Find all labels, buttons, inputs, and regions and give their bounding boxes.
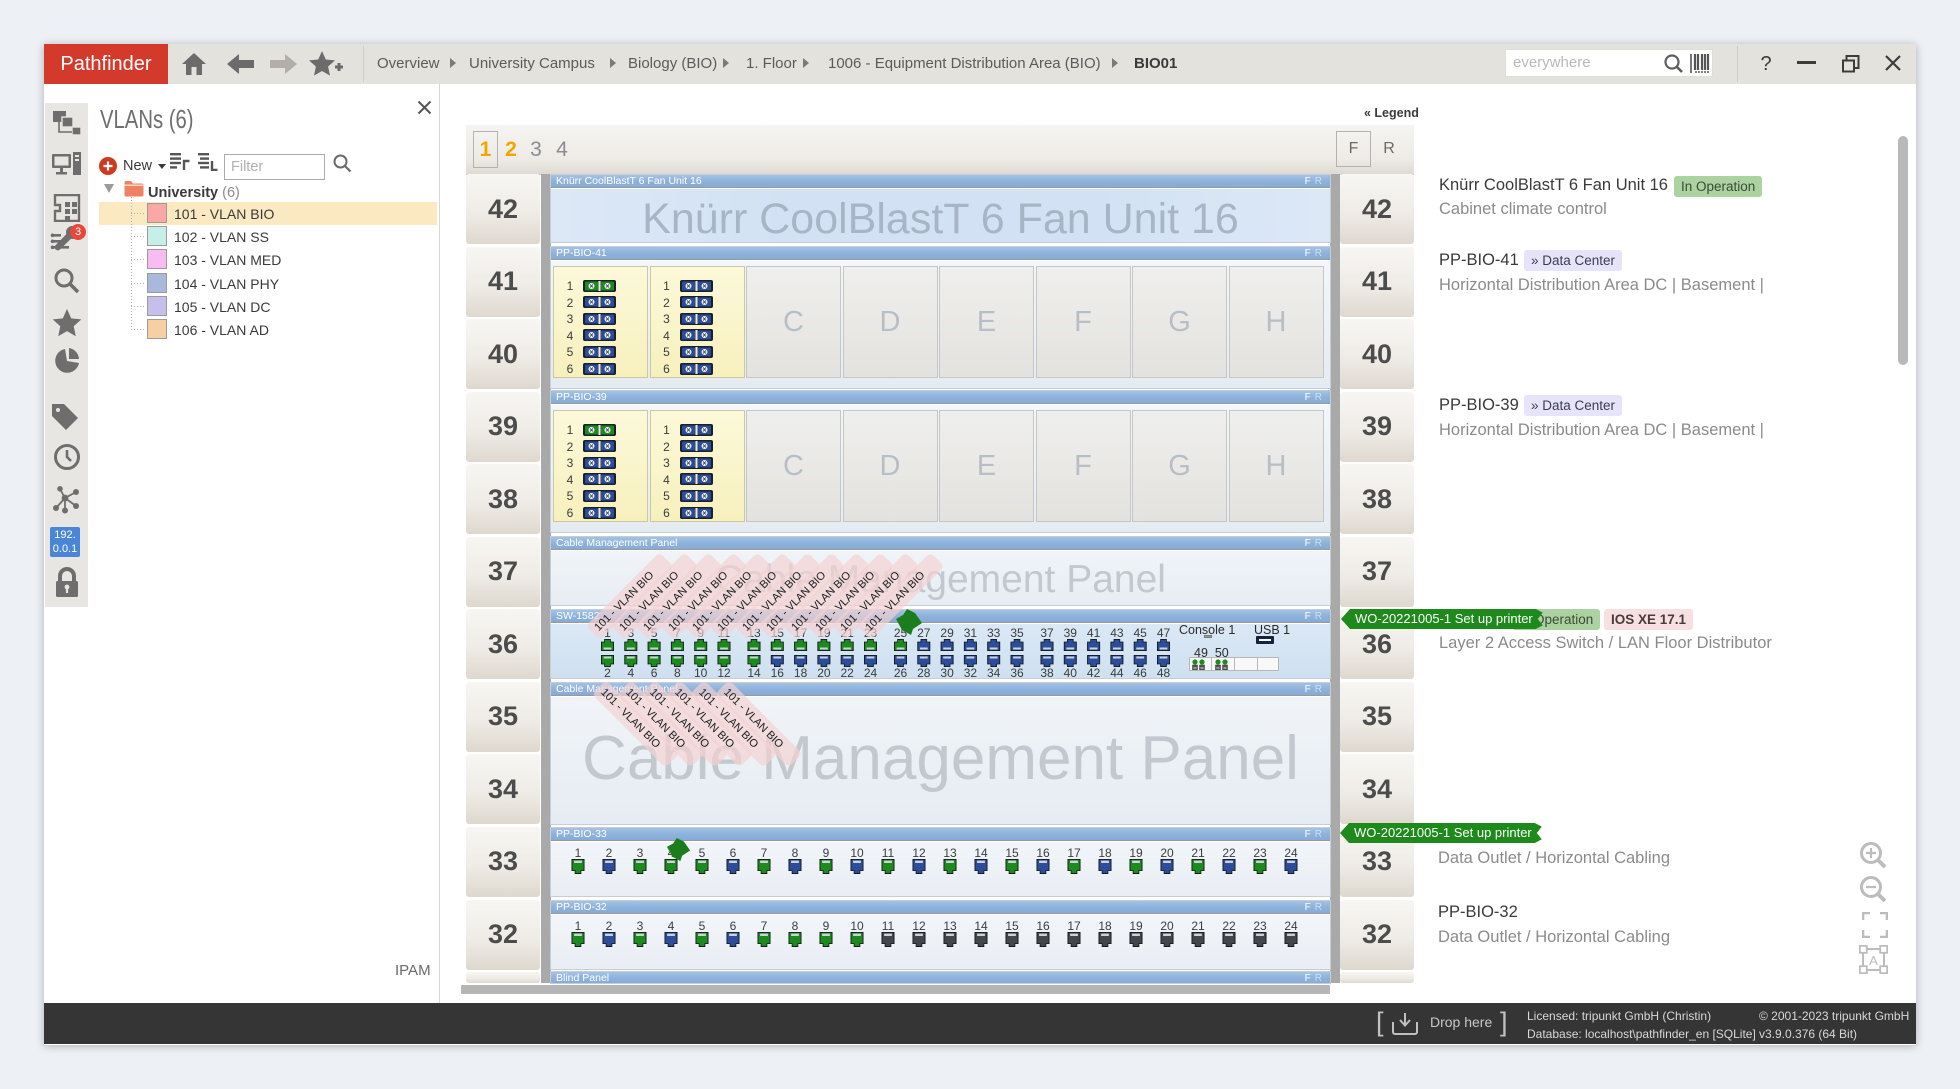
svg-text:A: A bbox=[1869, 953, 1878, 968]
